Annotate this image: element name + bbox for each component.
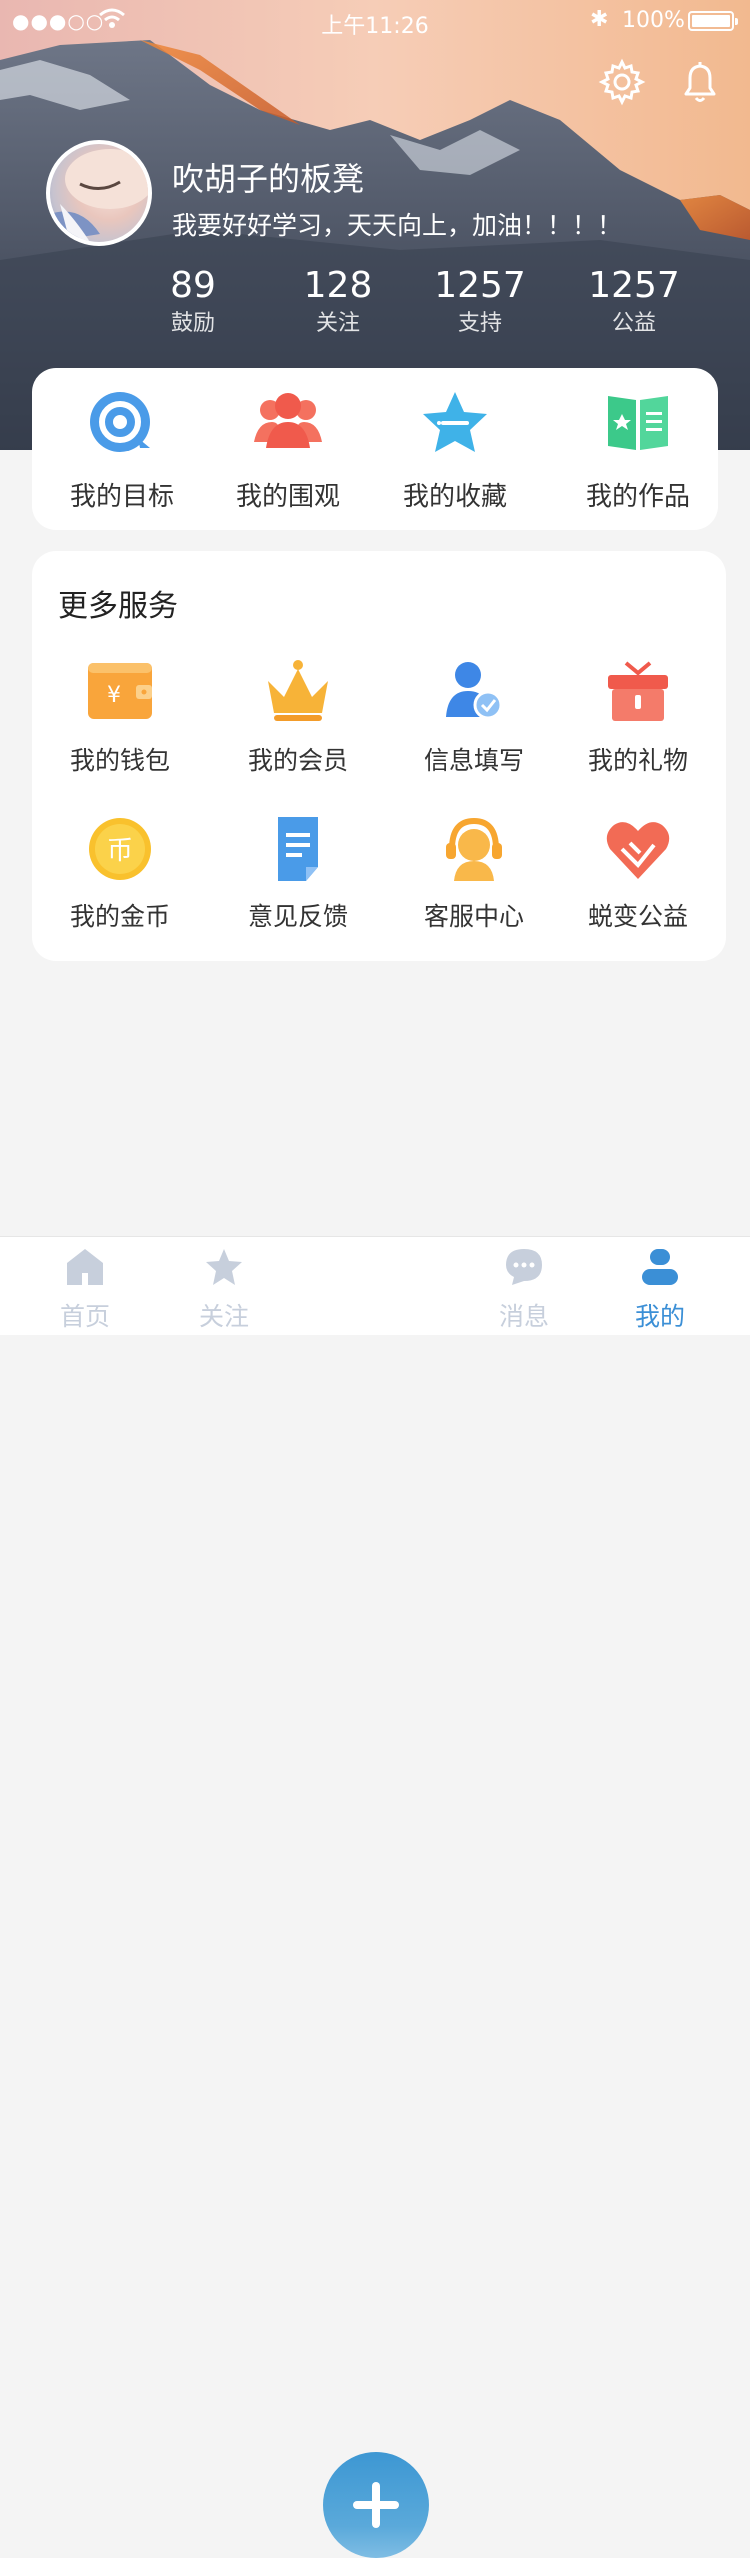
settings-gear-icon[interactable] [598, 58, 646, 106]
tab-label: 我的 [634, 1302, 685, 1331]
stat-label: 鼓励 [170, 311, 215, 336]
bluetooth-icon: ✱ [590, 7, 609, 32]
profile-motto: 我要好好学习，天天向上，加油！！！！ [172, 211, 623, 240]
service-info-fill[interactable]: 信息填写 [394, 659, 554, 779]
plus-icon [353, 2482, 399, 2528]
chat-icon [506, 1249, 542, 1285]
heart-hands-icon [606, 822, 670, 879]
status-bar: ●●●○○ 上午11:26 ✱ 100% [0, 0, 750, 40]
headset-icon [446, 817, 502, 881]
tab-follow[interactable]: 关注 [164, 1237, 284, 1335]
quick-label: 我的作品 [585, 482, 690, 512]
crown-icon [268, 660, 328, 721]
service-label: 我的钱包 [69, 746, 170, 775]
stat-charity[interactable]: 1257 公益 [574, 265, 694, 341]
service-wallet[interactable]: ¥ 我的钱包 [40, 659, 200, 779]
battery-icon [688, 11, 738, 31]
profile-name: 吹胡子的板凳 [172, 160, 365, 198]
avatar[interactable] [46, 140, 152, 246]
gift-icon [608, 661, 668, 721]
stat-value: 128 [303, 265, 373, 306]
service-customer-center[interactable]: 客服中心 [394, 815, 554, 935]
stat-encourage[interactable]: 89 鼓励 [133, 265, 253, 341]
service-charity[interactable]: 蜕变公益 [558, 815, 718, 935]
stat-support[interactable]: 1257 支持 [420, 265, 540, 341]
star-icon [206, 1249, 242, 1285]
target-icon [90, 392, 150, 452]
quick-actions-card: 我的目标 我的围观 我的收藏 我的作品 [32, 368, 718, 530]
more-services-card: 更多服务 ¥ 我的钱包 我的会员 信息填写 我的礼物 币 我的金币 意见反馈 客… [32, 551, 726, 961]
service-gifts[interactable]: 我的礼物 [558, 659, 718, 779]
service-coins[interactable]: 币 我的金币 [40, 815, 200, 935]
user-icon [642, 1249, 678, 1285]
service-feedback[interactable]: 意见反馈 [218, 815, 378, 935]
book-icon [608, 396, 668, 450]
stat-value: 89 [170, 265, 216, 306]
service-label: 蜕变公益 [587, 902, 688, 931]
tab-mine[interactable]: 我的 [600, 1237, 720, 1335]
svg-text:¥: ¥ [107, 683, 121, 708]
quick-label: 我的目标 [69, 482, 174, 512]
tab-home[interactable]: 首页 [25, 1237, 145, 1335]
notification-bell-icon[interactable] [676, 58, 724, 106]
bottom-tab-bar: 首页 关注 消息 我的 [0, 1236, 750, 2558]
service-label: 信息填写 [423, 746, 524, 775]
service-label: 客服中心 [423, 902, 524, 931]
tab-messages[interactable]: 消息 [464, 1237, 584, 1335]
stat-value: 1257 [434, 265, 526, 306]
stat-label: 关注 [315, 311, 360, 336]
stat-label: 公益 [611, 311, 656, 336]
coin-icon: 币 [89, 818, 151, 880]
service-label: 我的礼物 [587, 746, 688, 775]
stat-value: 1257 [588, 265, 680, 306]
service-label: 意见反馈 [247, 902, 348, 931]
quick-label: 我的围观 [235, 482, 340, 512]
quick-label: 我的收藏 [402, 482, 507, 512]
feedback-icon [278, 817, 318, 881]
svg-text:币: 币 [107, 836, 133, 866]
tab-label: 关注 [198, 1302, 249, 1331]
quick-my-favorites[interactable]: 我的收藏 [385, 368, 525, 530]
quick-my-goals[interactable]: 我的目标 [52, 368, 192, 530]
stat-label: 支持 [457, 311, 502, 336]
home-icon [67, 1249, 103, 1285]
create-plus-button[interactable] [323, 2452, 429, 2558]
section-title: 更多服务 [58, 589, 178, 624]
battery-percent: 100% [622, 8, 685, 33]
service-label: 我的会员 [247, 746, 348, 775]
wallet-icon: ¥ [88, 663, 152, 719]
avatar-photo [50, 149, 148, 242]
people-icon [254, 393, 322, 448]
quick-my-watch[interactable]: 我的围观 [218, 368, 358, 530]
service-membership[interactable]: 我的会员 [218, 659, 378, 779]
tab-label: 消息 [498, 1302, 549, 1331]
tab-label: 首页 [59, 1302, 110, 1331]
user-check-icon [446, 662, 503, 720]
stat-follow[interactable]: 128 关注 [278, 265, 398, 341]
service-label: 我的金币 [69, 902, 170, 931]
star-icon [423, 392, 487, 452]
quick-my-works[interactable]: 我的作品 [568, 368, 708, 530]
